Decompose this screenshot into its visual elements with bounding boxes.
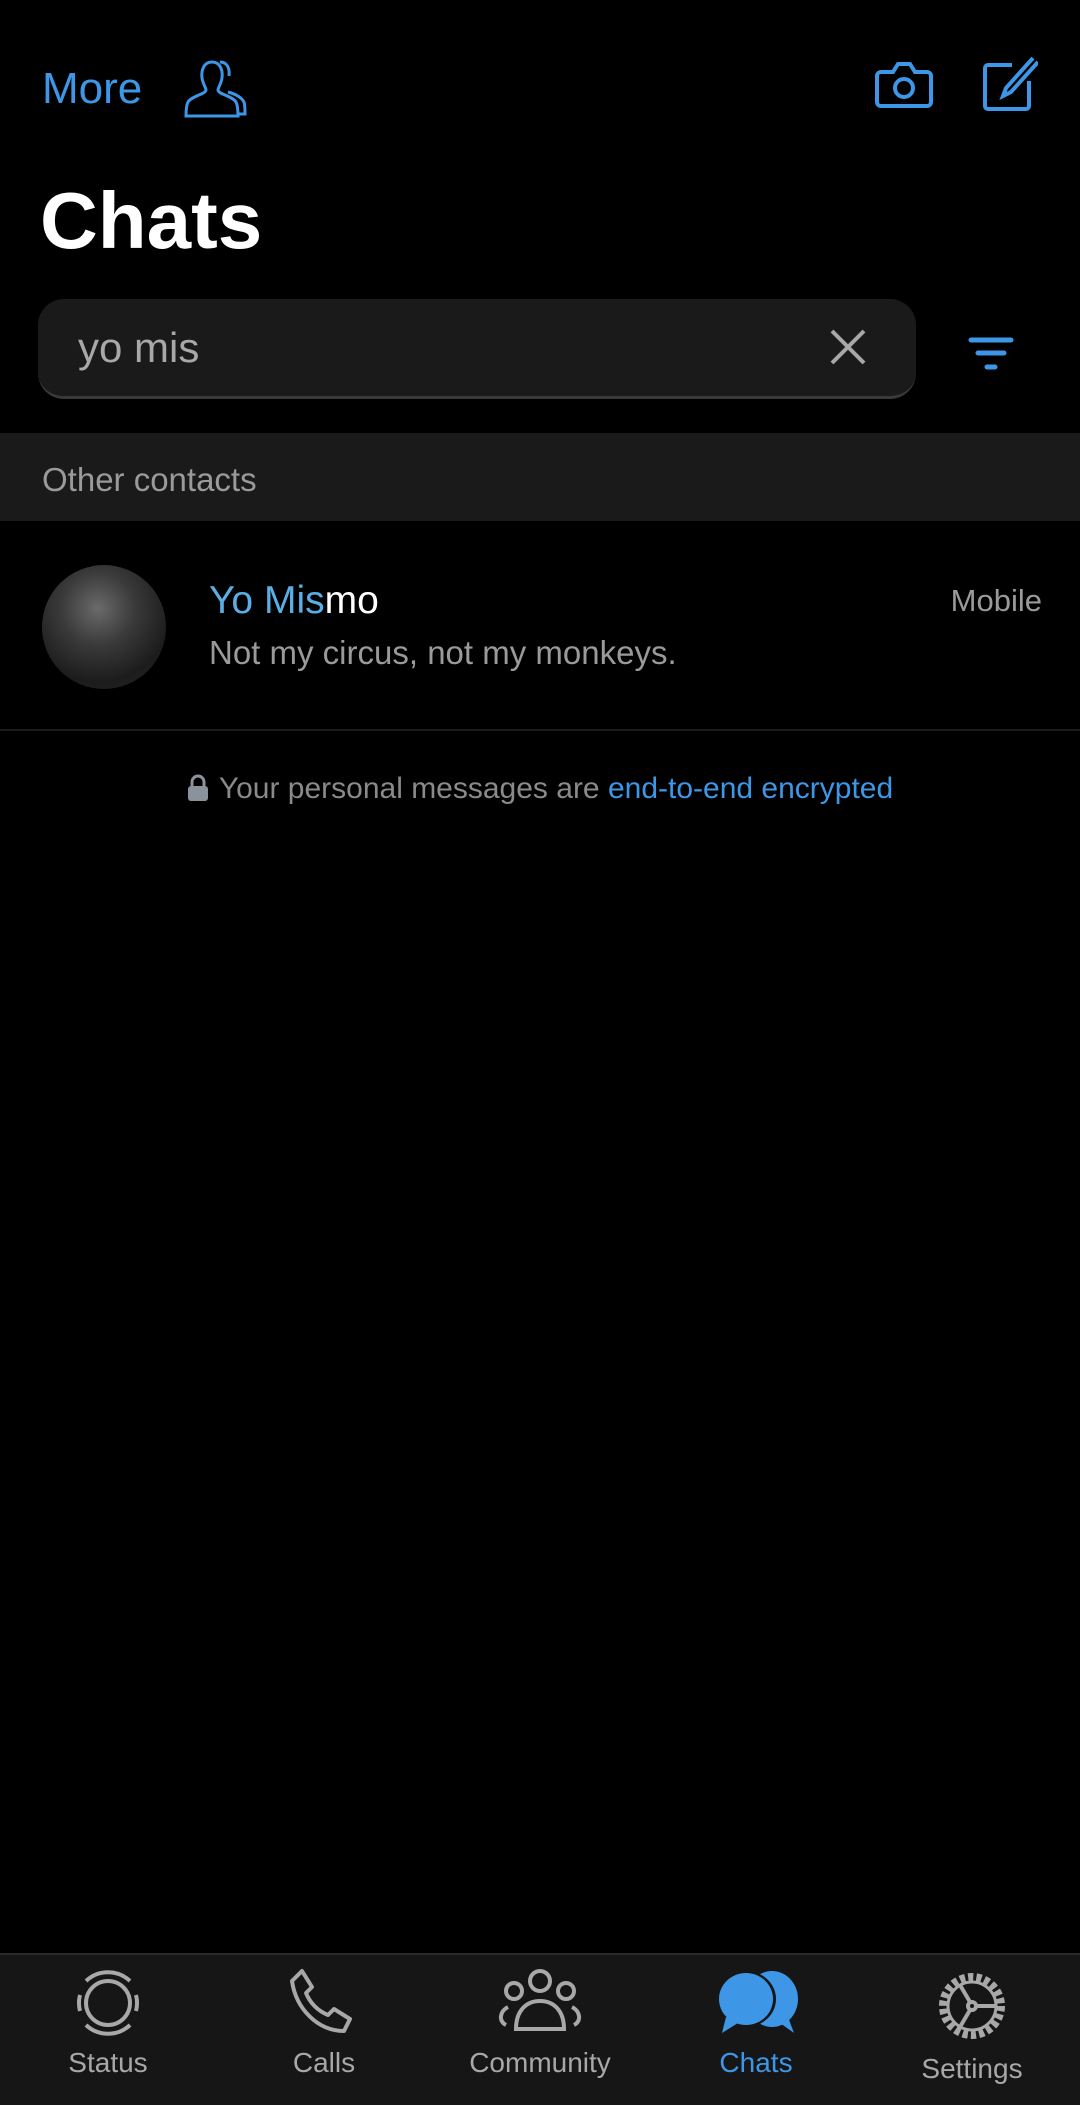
- avatar: [42, 565, 166, 689]
- compose-icon[interactable]: [982, 55, 1038, 113]
- tab-calls[interactable]: Calls: [216, 1955, 432, 2105]
- contact-row[interactable]: Yo Mismo Not my circus, not my monkeys. …: [0, 521, 1080, 731]
- tab-label: Calls: [292, 2047, 356, 2078]
- status-icon: [76, 1970, 140, 2036]
- chats-icon: [716, 1971, 798, 2033]
- tab-community[interactable]: Community: [432, 1955, 648, 2105]
- tab-settings[interactable]: Settings: [864, 1955, 1080, 2105]
- tab-label: Status: [68, 2047, 148, 2078]
- page-title: Chats: [40, 176, 263, 265]
- gear-icon: [939, 1973, 1005, 2039]
- community-icon: [499, 1969, 581, 2031]
- tab-label: Chats: [719, 2047, 793, 2078]
- tab-bar: Status Calls Community Chats Settings: [0, 1953, 1080, 2105]
- contact-status: Not my circus, not my monkeys.: [209, 634, 677, 671]
- camera-icon[interactable]: [875, 60, 933, 110]
- search-input[interactable]: [78, 323, 778, 373]
- tab-chats[interactable]: Chats: [648, 1955, 864, 2105]
- tab-label: Community: [469, 2047, 611, 2078]
- search-bar: [38, 299, 916, 399]
- encryption-text: Your personal messages are: [218, 772, 608, 805]
- name-match-highlight: Yo Mis: [209, 579, 325, 622]
- name-rest: mo: [324, 579, 379, 622]
- lock-icon: [187, 774, 208, 801]
- tab-label: Settings: [921, 2053, 1023, 2084]
- contacts-icon[interactable]: [182, 58, 248, 122]
- encryption-notice: Your personal messages are end-to-end en…: [0, 772, 1080, 806]
- section-label: Other contacts: [42, 461, 257, 498]
- filter-icon[interactable]: [968, 336, 1014, 372]
- clear-search-icon[interactable]: [828, 327, 868, 367]
- encryption-link[interactable]: end-to-end encrypted: [608, 772, 893, 805]
- more-button[interactable]: More: [42, 64, 142, 114]
- phone-label: Mobile: [950, 583, 1042, 618]
- contact-name: Yo Mismo: [209, 579, 379, 623]
- section-header: Other contacts: [0, 433, 1080, 521]
- phone-icon: [290, 1969, 352, 2033]
- tab-status[interactable]: Status: [0, 1955, 216, 2105]
